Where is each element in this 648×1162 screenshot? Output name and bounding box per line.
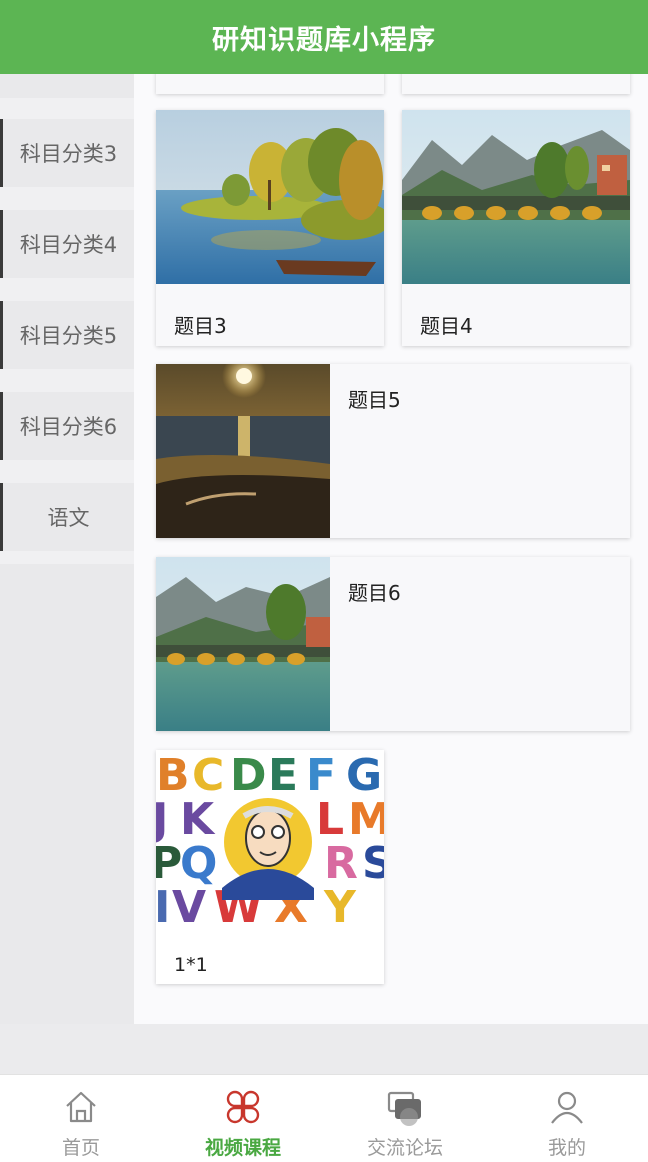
alphabet-letter: D bbox=[230, 750, 267, 801]
sidebar-item-category-6[interactable]: 科目分类6 bbox=[0, 392, 134, 460]
tab-forum[interactable]: 交流论坛 bbox=[324, 1075, 486, 1162]
category-sidebar: 科目分类3 科目分类4 科目分类5 科目分类6 语文 bbox=[0, 74, 136, 1074]
sidebar-item-chinese[interactable]: 语文 bbox=[0, 483, 134, 551]
course-thumbnail bbox=[402, 110, 630, 284]
sidebar-item-category-5[interactable]: 科目分类5 bbox=[0, 301, 134, 369]
chat-icon bbox=[387, 1091, 421, 1126]
tab-label: 首页 bbox=[61, 1137, 100, 1159]
course-title: 题目6 bbox=[348, 581, 401, 605]
course-list: 题目3 题目4 题目5 题目6 B C D E F G J K L M P Q … bbox=[134, 54, 648, 1024]
alphabet-letter: V bbox=[172, 882, 206, 930]
tab-label: 交流论坛 bbox=[366, 1137, 443, 1159]
sidebar-item-category-4[interactable]: 科目分类4 bbox=[0, 210, 134, 278]
sidebar-item-label: 科目分类5 bbox=[19, 324, 118, 348]
course-thumbnail: B C D E F G J K L M P Q R S I V W X Y bbox=[156, 750, 384, 930]
course-title: 题目3 bbox=[174, 314, 227, 338]
sidebar-item-label: 科目分类6 bbox=[19, 415, 118, 439]
tab-label: 我的 bbox=[547, 1137, 586, 1159]
tab-profile[interactable]: 我的 bbox=[486, 1075, 648, 1162]
user-icon bbox=[551, 1091, 583, 1124]
course-thumbnail bbox=[156, 364, 330, 538]
sidebar-item-category-3[interactable]: 科目分类3 bbox=[0, 119, 134, 187]
alphabet-letter: S bbox=[362, 838, 384, 889]
content-footer-gap bbox=[0, 1024, 648, 1074]
sidebar-item-label: 科目分类4 bbox=[19, 233, 118, 257]
top-bar: 研知识题库小程序 bbox=[0, 0, 648, 74]
bottom-tab-bar: 首页 视频课程 交流论坛 我的 bbox=[0, 1074, 648, 1162]
sidebar-empty-area bbox=[0, 564, 134, 1074]
course-title: 题目5 bbox=[348, 388, 401, 412]
alphabet-letter: E bbox=[268, 750, 298, 801]
tab-video-courses[interactable]: 视频课程 bbox=[162, 1075, 324, 1162]
sidebar-item-partial[interactable] bbox=[0, 74, 134, 98]
clover-icon bbox=[226, 1090, 260, 1124]
tab-home[interactable]: 首页 bbox=[0, 1075, 162, 1162]
course-card[interactable]: 题目5 bbox=[156, 364, 630, 538]
course-card[interactable]: 题目4 bbox=[402, 110, 630, 346]
course-title: 题目4 bbox=[420, 314, 473, 338]
home-icon bbox=[66, 1091, 96, 1123]
course-card[interactable]: 题目3 bbox=[156, 110, 384, 346]
course-card[interactable]: 题目6 bbox=[156, 557, 630, 731]
sidebar-item-label: 科目分类3 bbox=[19, 142, 118, 166]
app-title: 研知识题库小程序 bbox=[212, 24, 436, 56]
course-card[interactable]: B C D E F G J K L M P Q R S I V W X Y 1*… bbox=[156, 750, 384, 984]
alphabet-letter: I bbox=[156, 882, 170, 930]
course-thumbnail bbox=[156, 110, 384, 284]
course-thumbnail bbox=[156, 557, 330, 731]
alphabet-letter: Y bbox=[323, 882, 357, 930]
sidebar-item-label: 语文 bbox=[47, 506, 90, 530]
course-title: 1*1 bbox=[174, 954, 208, 976]
tab-label: 视频课程 bbox=[204, 1137, 281, 1159]
